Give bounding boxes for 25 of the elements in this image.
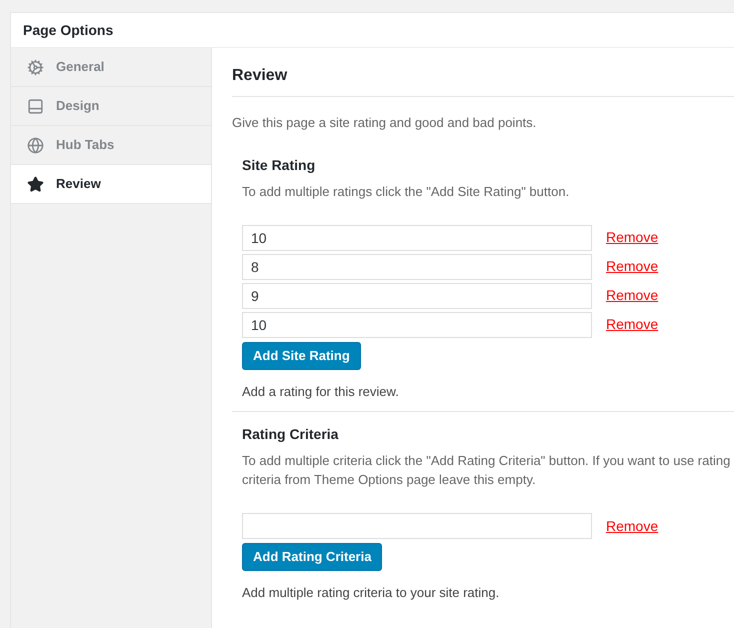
rating-input[interactable]: 10: [242, 224, 592, 250]
help-text: Add multiple rating criteria to your site rating.: [242, 584, 500, 602]
rating-input[interactable]: [242, 513, 592, 539]
remove-link[interactable]: Remove: [606, 285, 658, 306]
gears-icon: [27, 58, 44, 76]
section-title: Review: [232, 64, 734, 97]
globe-icon: [27, 136, 44, 154]
field-title: Rating Criteria: [242, 425, 340, 444]
help-text: Add a rating for this review.: [242, 382, 400, 401]
star-icon: [27, 176, 44, 192]
sidebar-item[interactable]: Review: [11, 165, 211, 204]
rating-input[interactable]: 10: [242, 312, 592, 338]
intro-text: Give this page a site rating and good and bad points.: [232, 114, 538, 132]
add-button[interactable]: Add Rating Criteria: [242, 543, 382, 571]
remove-link[interactable]: Remove: [606, 516, 658, 536]
add-button[interactable]: Add Site Rating: [242, 342, 361, 370]
layout-icon: [27, 98, 44, 114]
field-title: Site Rating: [242, 156, 316, 175]
remove-link[interactable]: Remove: [606, 227, 658, 248]
rating-input[interactable]: 9: [242, 282, 592, 308]
rating-input[interactable]: 8: [242, 254, 592, 280]
remove-link[interactable]: Remove: [606, 314, 658, 335]
remove-link[interactable]: Remove: [606, 256, 658, 277]
field-description: To add multiple criteria click the "Add Rating Criteria" button. If you want to use rating criteria from Theme Options page leave this empty.: [242, 452, 732, 489]
field-description: To add multiple ratings click the "Add Site Rating" button.: [242, 182, 570, 200]
